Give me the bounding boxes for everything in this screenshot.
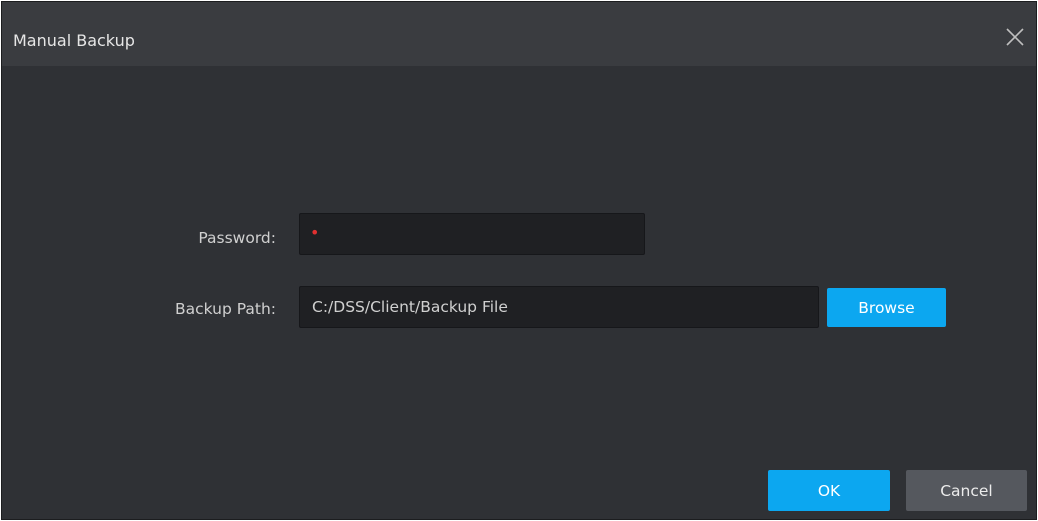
backup-path-input[interactable] — [300, 287, 818, 327]
cancel-button[interactable]: Cancel — [906, 470, 1027, 511]
dialog-title: Manual Backup — [13, 31, 135, 50]
dialog-titlebar: Manual Backup — [2, 2, 1036, 66]
password-field[interactable]: • — [299, 213, 645, 255]
close-icon — [1006, 28, 1024, 46]
manual-backup-dialog: Manual Backup Password: • Backup Path: B… — [1, 1, 1037, 520]
browse-button[interactable]: Browse — [827, 288, 946, 327]
ok-button[interactable]: OK — [768, 470, 890, 511]
password-label: Password: — [198, 229, 276, 247]
close-button[interactable] — [1002, 24, 1028, 50]
password-mask: • — [310, 223, 322, 242]
backup-path-field[interactable] — [299, 286, 819, 328]
backup-path-label: Backup Path: — [174, 300, 276, 318]
